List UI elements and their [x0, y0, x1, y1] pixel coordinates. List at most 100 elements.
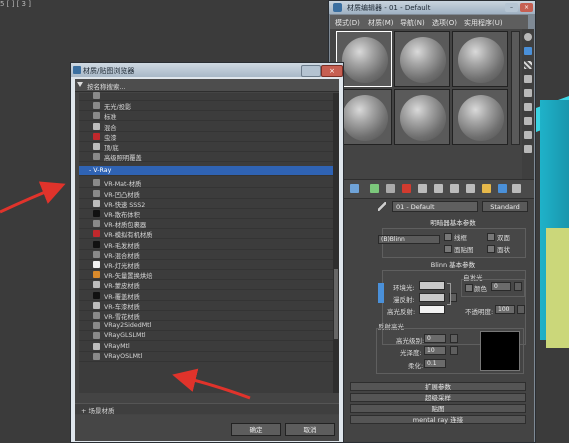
browser-titlebar[interactable]: 材质/贴图浏览器 × [71, 63, 343, 77]
viewport-label[interactable]: 5 [ ] [ 3 ] [0, 0, 31, 8]
self-illum-spinner[interactable]: 0 [491, 282, 511, 291]
list-item[interactable]: VRayOSLMtl [79, 352, 333, 362]
sample-slot-2[interactable] [394, 31, 450, 87]
menu-options[interactable]: 选项(O) [432, 18, 457, 28]
diffuse-color-swatch[interactable] [419, 293, 445, 302]
list-item[interactable]: 混合 [79, 122, 333, 132]
ok-button[interactable]: 确定 [231, 423, 281, 436]
list-item[interactable]: 标准 [79, 111, 333, 122]
select-by-material-icon[interactable] [524, 131, 532, 139]
self-illum-color-checkbox[interactable] [465, 284, 473, 292]
lock-icon[interactable] [378, 283, 384, 303]
sample-slot-3[interactable] [452, 31, 508, 87]
vray-group-header[interactable]: - V-Ray [79, 166, 333, 177]
cancel-button[interactable]: 取消 [285, 423, 335, 436]
faceted-checkbox[interactable] [487, 245, 495, 253]
browser-minimize-button[interactable] [301, 65, 321, 77]
material-editor-titlebar[interactable]: 材质编辑器 - 01 - Default – × [329, 1, 535, 14]
list-item[interactable]: 虫漆 [79, 132, 333, 142]
list-item[interactable]: VR-快速 SSS2 [79, 199, 333, 209]
menu-material[interactable]: 材质(M) [368, 18, 394, 28]
show-map-icon[interactable] [482, 184, 491, 193]
list-scrollbar[interactable] [333, 93, 339, 393]
mental-ray-connection-rollout[interactable]: mental ray 连接 [350, 415, 526, 424]
scrollbar-thumb[interactable] [334, 269, 338, 339]
sample-slot-5[interactable] [394, 89, 450, 145]
sample-slot-6[interactable] [452, 89, 508, 145]
list-item[interactable]: VR-模拟有机材质 [79, 229, 333, 240]
slot-scrollbar[interactable] [511, 31, 520, 145]
material-type-button[interactable]: Standard [482, 201, 528, 212]
menu-mode[interactable]: 模式(D) [335, 18, 360, 28]
list-item[interactable]: VR-毛发材质 [79, 240, 333, 250]
search-input[interactable]: 按名称搜索... [87, 81, 126, 91]
face-map-checkbox[interactable] [444, 245, 452, 253]
list-item[interactable]: VR-车漆材质 [79, 301, 333, 311]
specular-level-spinner[interactable]: 0 [424, 334, 446, 343]
put-to-library-icon[interactable] [450, 184, 459, 193]
browser-close-button[interactable]: × [321, 65, 343, 77]
list-item[interactable]: VR-Mat-材质 [79, 178, 333, 189]
video-color-check-icon[interactable] [524, 89, 532, 97]
list-item[interactable]: 无光/投影 [79, 101, 333, 112]
list-item[interactable]: VR-覆盖材质 [79, 291, 333, 301]
list-item[interactable]: VR-灯光材质 [79, 260, 333, 270]
material-name-field[interactable]: 01 - Default [392, 201, 478, 212]
list-item[interactable]: VRay2SidedMtl [79, 321, 333, 332]
list-item[interactable]: 顶/底 [79, 142, 333, 152]
search-options-icon[interactable] [77, 82, 83, 87]
get-material-icon[interactable] [350, 184, 359, 193]
backlight-icon[interactable] [524, 47, 532, 55]
maps-rollout[interactable]: 贴图 [350, 404, 526, 413]
supersampling-rollout[interactable]: 超级采样 [350, 393, 526, 402]
shader-type-dropdown[interactable]: (B)Blinn [378, 235, 440, 244]
minimize-button[interactable]: – [505, 3, 518, 12]
sample-slot-1[interactable] [336, 31, 392, 87]
opacity-spinner[interactable]: 100 [495, 305, 515, 314]
put-to-scene-icon[interactable] [370, 184, 379, 193]
opacity-map-button[interactable] [517, 305, 525, 314]
assign-material-icon[interactable] [386, 184, 395, 193]
sample-type-icon[interactable] [524, 33, 532, 41]
sample-slot-4[interactable] [336, 89, 392, 145]
list-item[interactable]: VR-雪花材质 [79, 311, 333, 321]
material-id-icon[interactable] [466, 184, 475, 193]
scene-materials-group[interactable]: + 场景材质 [75, 403, 339, 415]
ambient-color-swatch[interactable] [419, 281, 445, 290]
show-end-result-icon[interactable] [498, 184, 507, 193]
blinn-basic-params-header[interactable]: Blinn 基本参数 [382, 261, 524, 270]
list-item[interactable]: VR-蒙皮材质 [79, 280, 333, 291]
list-item[interactable]: VR-混合材质 [79, 250, 333, 260]
options-icon[interactable] [524, 117, 532, 125]
go-to-parent-icon[interactable] [512, 184, 521, 193]
list-item[interactable]: VR-散布体积 [79, 209, 333, 219]
list-item[interactable]: VR-凹凸材质 [79, 189, 333, 199]
two-sided-checkbox[interactable] [487, 233, 495, 241]
extended-params-rollout[interactable]: 扩展参数 [350, 382, 526, 391]
menu-utilities[interactable]: 实用程序(U) [464, 18, 503, 28]
menu-navigation[interactable]: 导航(N) [400, 18, 425, 28]
shader-basic-params-header[interactable]: 明暗器基本参数 [382, 219, 524, 228]
glossiness-map-button[interactable] [450, 346, 458, 355]
close-button[interactable]: × [520, 3, 533, 12]
uv-tiling-icon[interactable] [524, 75, 532, 83]
make-copy-icon[interactable] [418, 184, 427, 193]
specular-color-swatch[interactable] [419, 305, 445, 314]
list-item[interactable]: VR-材质包裹器 [79, 219, 333, 230]
glossiness-spinner[interactable]: 10 [424, 346, 446, 355]
self-illum-map-button[interactable] [514, 282, 522, 291]
specular-level-map-button[interactable] [450, 334, 458, 343]
eyedropper-icon[interactable] [378, 202, 386, 211]
make-preview-icon[interactable] [524, 103, 532, 111]
make-unique-icon[interactable] [434, 184, 443, 193]
background-icon[interactable] [524, 61, 532, 69]
wire-checkbox[interactable] [444, 233, 452, 241]
list-item[interactable]: 高级照明覆盖 [79, 152, 333, 163]
list-item[interactable] [79, 91, 333, 101]
material-navigator-icon[interactable] [524, 145, 532, 153]
list-item[interactable]: VRayGLSLMtl [79, 331, 333, 342]
list-item[interactable]: VRayMtl [79, 342, 333, 352]
soften-spinner[interactable]: 0.1 [424, 359, 446, 368]
list-item[interactable]: VR-矢量置换烘焙 [79, 270, 333, 281]
reset-map-icon[interactable] [402, 184, 411, 193]
